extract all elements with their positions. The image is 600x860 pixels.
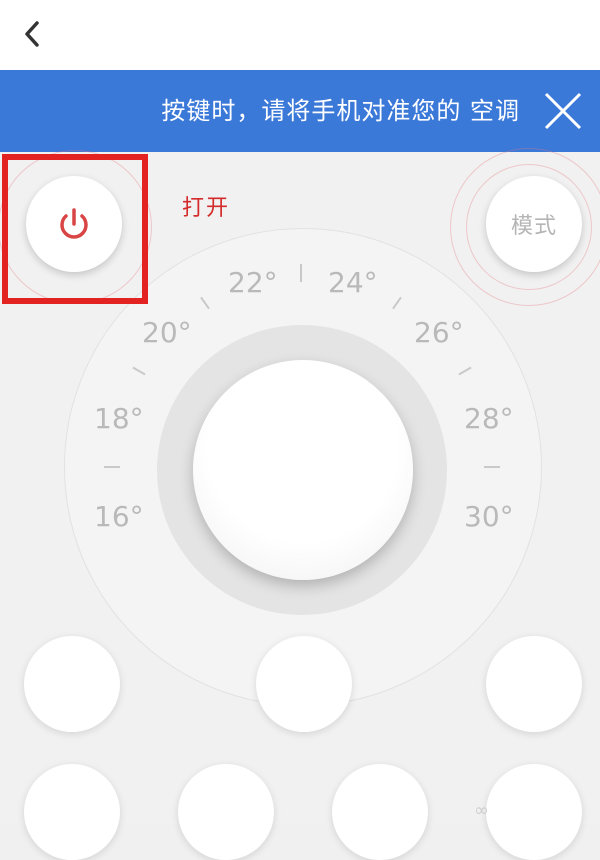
remote-button[interactable]: [24, 764, 120, 860]
remote-button[interactable]: [486, 764, 582, 860]
temp-label: 16°: [94, 500, 144, 533]
remote-button[interactable]: [486, 636, 582, 732]
instruction-banner: 按键时，请将手机对准您的 空调: [0, 70, 600, 152]
mode-button[interactable]: 模式: [486, 176, 582, 272]
chevron-left-icon: [25, 21, 39, 47]
temp-label: 18°: [94, 402, 144, 435]
mode-label: 模式: [510, 214, 557, 239]
power-button-highlight: [2, 154, 148, 304]
remote-button[interactable]: [332, 764, 428, 860]
remote-button[interactable]: [178, 764, 274, 860]
dial-tick: [300, 264, 302, 282]
power-open-label: 打开: [182, 196, 231, 221]
dial-tick: [484, 466, 500, 468]
close-icon: [544, 92, 582, 130]
temp-label: 20°: [142, 316, 192, 349]
remote-button[interactable]: [256, 636, 352, 732]
top-navigation-bar: [0, 0, 600, 70]
banner-text: 按键时，请将手机对准您的 空调: [161, 97, 520, 125]
back-button[interactable]: [12, 14, 52, 54]
temp-label: 22°: [228, 266, 278, 299]
temp-label: 30°: [464, 500, 514, 533]
temp-label: 28°: [464, 402, 514, 435]
close-banner-button[interactable]: [542, 90, 584, 132]
partial-glyph: ∞: [474, 800, 489, 821]
temp-label: 24°: [328, 266, 378, 299]
dial-tick: [104, 466, 120, 468]
remote-button[interactable]: [24, 636, 120, 732]
temp-label: 26°: [414, 316, 464, 349]
temperature-knob[interactable]: [193, 360, 413, 580]
